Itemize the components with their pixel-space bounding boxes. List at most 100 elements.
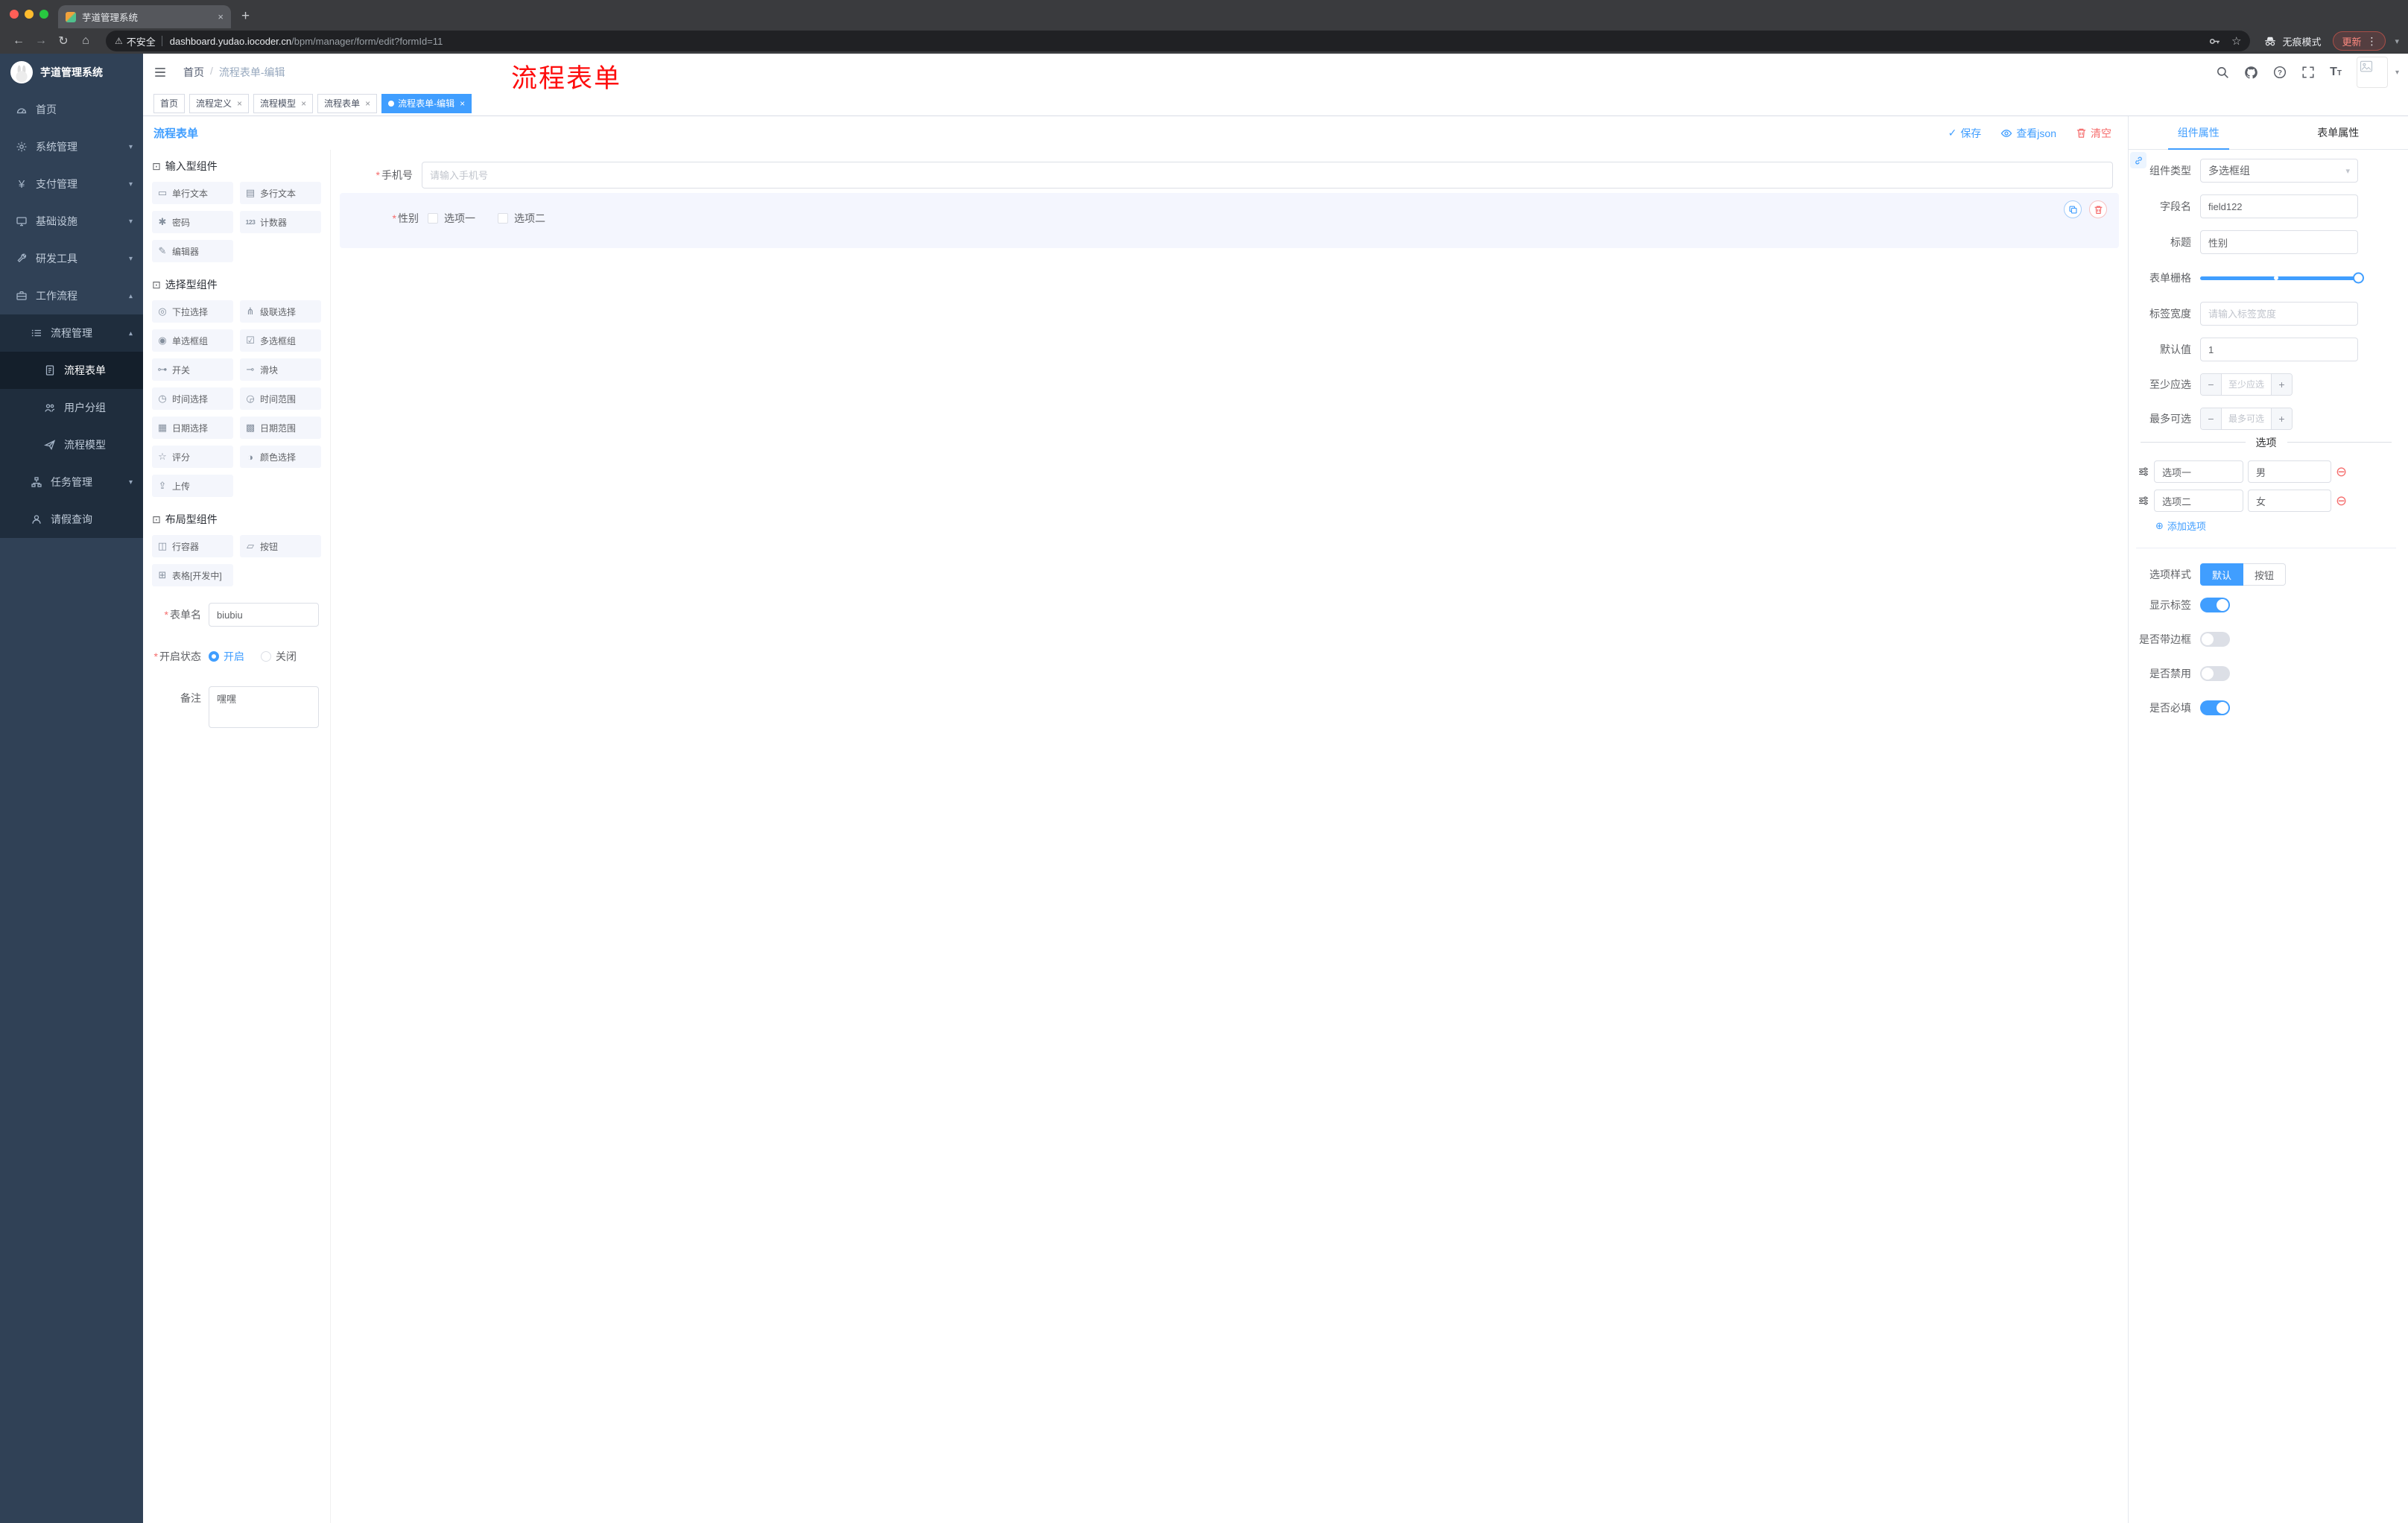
bookmark-star-icon[interactable]: ☆ bbox=[2231, 34, 2241, 48]
back-button[interactable]: ← bbox=[9, 32, 28, 50]
delete-component-button[interactable] bbox=[2089, 200, 2107, 218]
option-style-button-button[interactable]: 按钮 bbox=[2243, 563, 2287, 586]
view-json-button[interactable]: 查看json bbox=[2000, 126, 2056, 141]
tag-process-form[interactable]: 流程表单 × bbox=[317, 93, 378, 113]
browser-update-button[interactable]: 更新 ⋮ bbox=[2333, 31, 2386, 51]
drag-handle-icon[interactable] bbox=[2138, 495, 2149, 507]
window-minimize-button[interactable] bbox=[25, 10, 34, 19]
reload-button[interactable]: ↻ bbox=[54, 32, 73, 50]
palette-item-password[interactable]: ✱ 密码 bbox=[152, 211, 233, 233]
palette-item-multi-text[interactable]: ▤ 多行文本 bbox=[240, 182, 321, 204]
sidebar-item-devtools[interactable]: 研发工具 ▾ bbox=[0, 240, 143, 277]
show-label-toggle[interactable] bbox=[2200, 598, 2230, 612]
min-select-input[interactable] bbox=[2222, 374, 2271, 395]
stepper-plus-button[interactable]: + bbox=[2271, 374, 2292, 395]
canvas-component-gender-selected[interactable]: * 性别 选项一 选项二 bbox=[340, 193, 2119, 248]
palette-item-counter[interactable]: 123 计数器 bbox=[240, 211, 321, 233]
search-icon[interactable] bbox=[2216, 66, 2229, 79]
palette-item-radio-group[interactable]: ◉ 单选框组 bbox=[152, 329, 233, 352]
palette-item-cascader[interactable]: ⋔ 级联选择 bbox=[240, 300, 321, 323]
border-toggle[interactable] bbox=[2200, 632, 2230, 647]
checkbox-icon[interactable] bbox=[428, 213, 438, 224]
palette-item-select[interactable]: ◎ 下拉选择 bbox=[152, 300, 233, 323]
home-button[interactable]: ⌂ bbox=[76, 32, 95, 50]
status-radio-off[interactable]: 关闭 bbox=[261, 645, 297, 668]
tab-close-icon[interactable]: × bbox=[218, 11, 224, 22]
tag-home[interactable]: 首页 bbox=[153, 93, 186, 113]
disabled-toggle[interactable] bbox=[2200, 666, 2230, 681]
browser-tab[interactable]: 芋道管理系统 × bbox=[58, 5, 231, 28]
window-zoom-button[interactable] bbox=[39, 10, 48, 19]
option-label-input[interactable] bbox=[2154, 490, 2243, 512]
remove-option-button[interactable]: ⊖ bbox=[2336, 494, 2347, 507]
max-select-input[interactable] bbox=[2222, 408, 2271, 429]
tag-close-icon[interactable]: × bbox=[365, 98, 370, 109]
palette-item-row-container[interactable]: ◫ 行容器 bbox=[152, 535, 233, 557]
tag-process-form-edit[interactable]: 流程表单-编辑 × bbox=[381, 93, 472, 113]
avatar-caret-icon[interactable]: ▾ bbox=[2395, 69, 2399, 77]
sidebar-item-infra[interactable]: 基础设施 ▾ bbox=[0, 203, 143, 240]
sidebar-item-system[interactable]: 系统管理 ▾ bbox=[0, 128, 143, 165]
palette-item-color-picker[interactable]: ◑ 颜色选择 bbox=[240, 446, 321, 468]
component-type-select[interactable]: 多选框组 ▾ bbox=[2200, 159, 2358, 183]
tag-close-icon[interactable]: × bbox=[460, 98, 465, 109]
option-label-input[interactable] bbox=[2154, 460, 2243, 483]
grid-slider[interactable] bbox=[2200, 266, 2364, 290]
browser-menu-icon[interactable]: ⋮ bbox=[2366, 35, 2377, 48]
tag-close-icon[interactable]: × bbox=[301, 98, 306, 109]
clear-button[interactable]: 清空 bbox=[2076, 126, 2111, 141]
checkbox-icon[interactable] bbox=[498, 213, 508, 224]
palette-item-checkbox-group[interactable]: ☑ 多选框组 bbox=[240, 329, 321, 352]
fullscreen-icon[interactable] bbox=[2301, 66, 2315, 79]
forward-button[interactable]: → bbox=[31, 32, 51, 50]
status-radio-on[interactable]: 开启 bbox=[209, 645, 244, 668]
palette-item-editor[interactable]: ✎ 编辑器 bbox=[152, 240, 233, 262]
palette-item-time-picker[interactable]: ◷ 时间选择 bbox=[152, 387, 233, 410]
tab-form-props[interactable]: 表单属性 bbox=[2269, 116, 2408, 149]
option-style-default-button[interactable]: 默认 bbox=[2200, 563, 2244, 586]
palette-item-date-range[interactable]: ▩ 日期范围 bbox=[240, 417, 321, 439]
remove-option-button[interactable]: ⊖ bbox=[2336, 465, 2347, 478]
sidebar-item-user-group[interactable]: 用户分组 bbox=[0, 389, 143, 426]
drag-handle-icon[interactable] bbox=[2138, 466, 2149, 478]
sidebar-toggle-icon[interactable] bbox=[143, 66, 177, 79]
option-value-input[interactable] bbox=[2248, 490, 2331, 512]
tag-process-model[interactable]: 流程模型 × bbox=[253, 93, 314, 113]
form-name-input[interactable] bbox=[209, 603, 319, 627]
breadcrumb-home[interactable]: 首页 bbox=[183, 65, 204, 80]
stepper-minus-button[interactable]: − bbox=[2201, 374, 2222, 395]
field-name-input[interactable] bbox=[2200, 194, 2358, 218]
title-input[interactable] bbox=[2200, 230, 2358, 254]
palette-item-single-text[interactable]: ▭ 单行文本 bbox=[152, 182, 233, 204]
save-button[interactable]: ✓ 保存 bbox=[1948, 126, 1982, 141]
gender-checkbox-option-1[interactable]: 选项一 bbox=[428, 211, 475, 226]
option-value-input[interactable] bbox=[2248, 460, 2331, 483]
sidebar-item-task-mgmt[interactable]: 任务管理 ▾ bbox=[0, 463, 143, 501]
sidebar-item-process-mgmt[interactable]: 流程管理 ▾ bbox=[0, 314, 143, 352]
window-close-button[interactable] bbox=[10, 10, 19, 19]
sidebar-item-home[interactable]: 首页 bbox=[0, 91, 143, 128]
slider-handle[interactable] bbox=[2353, 272, 2364, 284]
default-value-input[interactable] bbox=[2200, 338, 2358, 361]
address-bar[interactable]: ⚠ 不安全 dashboard.yudao.iocoder.cn/bpm/man… bbox=[106, 31, 2251, 51]
palette-item-button[interactable]: ▱ 按钮 bbox=[240, 535, 321, 557]
label-width-input[interactable] bbox=[2200, 302, 2358, 326]
canvas-component-phone[interactable]: * 手机号 bbox=[340, 162, 2119, 189]
tag-close-icon[interactable]: × bbox=[237, 98, 242, 109]
required-toggle[interactable] bbox=[2200, 700, 2230, 715]
palette-item-slider[interactable]: ⊸ 滑块 bbox=[240, 358, 321, 381]
gender-checkbox-option-2[interactable]: 选项二 bbox=[498, 211, 545, 226]
palette-item-switch[interactable]: ⊶ 开关 bbox=[152, 358, 233, 381]
help-icon[interactable]: ? bbox=[2273, 66, 2287, 79]
palette-item-upload[interactable]: ⇪ 上传 bbox=[152, 475, 233, 497]
sidebar-item-payment[interactable]: ¥ 支付管理 ▾ bbox=[0, 165, 143, 203]
phone-input[interactable] bbox=[422, 162, 2113, 189]
palette-item-time-range[interactable]: ◶ 时间范围 bbox=[240, 387, 321, 410]
tag-process-definition[interactable]: 流程定义 × bbox=[189, 93, 250, 113]
downloads-caret-icon[interactable]: ▾ bbox=[2395, 37, 2399, 46]
add-option-button[interactable]: ⊕ 添加选项 bbox=[2155, 519, 2396, 533]
sidebar-item-process-form[interactable]: 流程表单 bbox=[0, 352, 143, 389]
sidebar-item-workflow[interactable]: 工作流程 ▾ bbox=[0, 277, 143, 314]
palette-item-rate[interactable]: ☆ 评分 bbox=[152, 446, 233, 468]
security-label[interactable]: 不安全 bbox=[127, 34, 156, 48]
